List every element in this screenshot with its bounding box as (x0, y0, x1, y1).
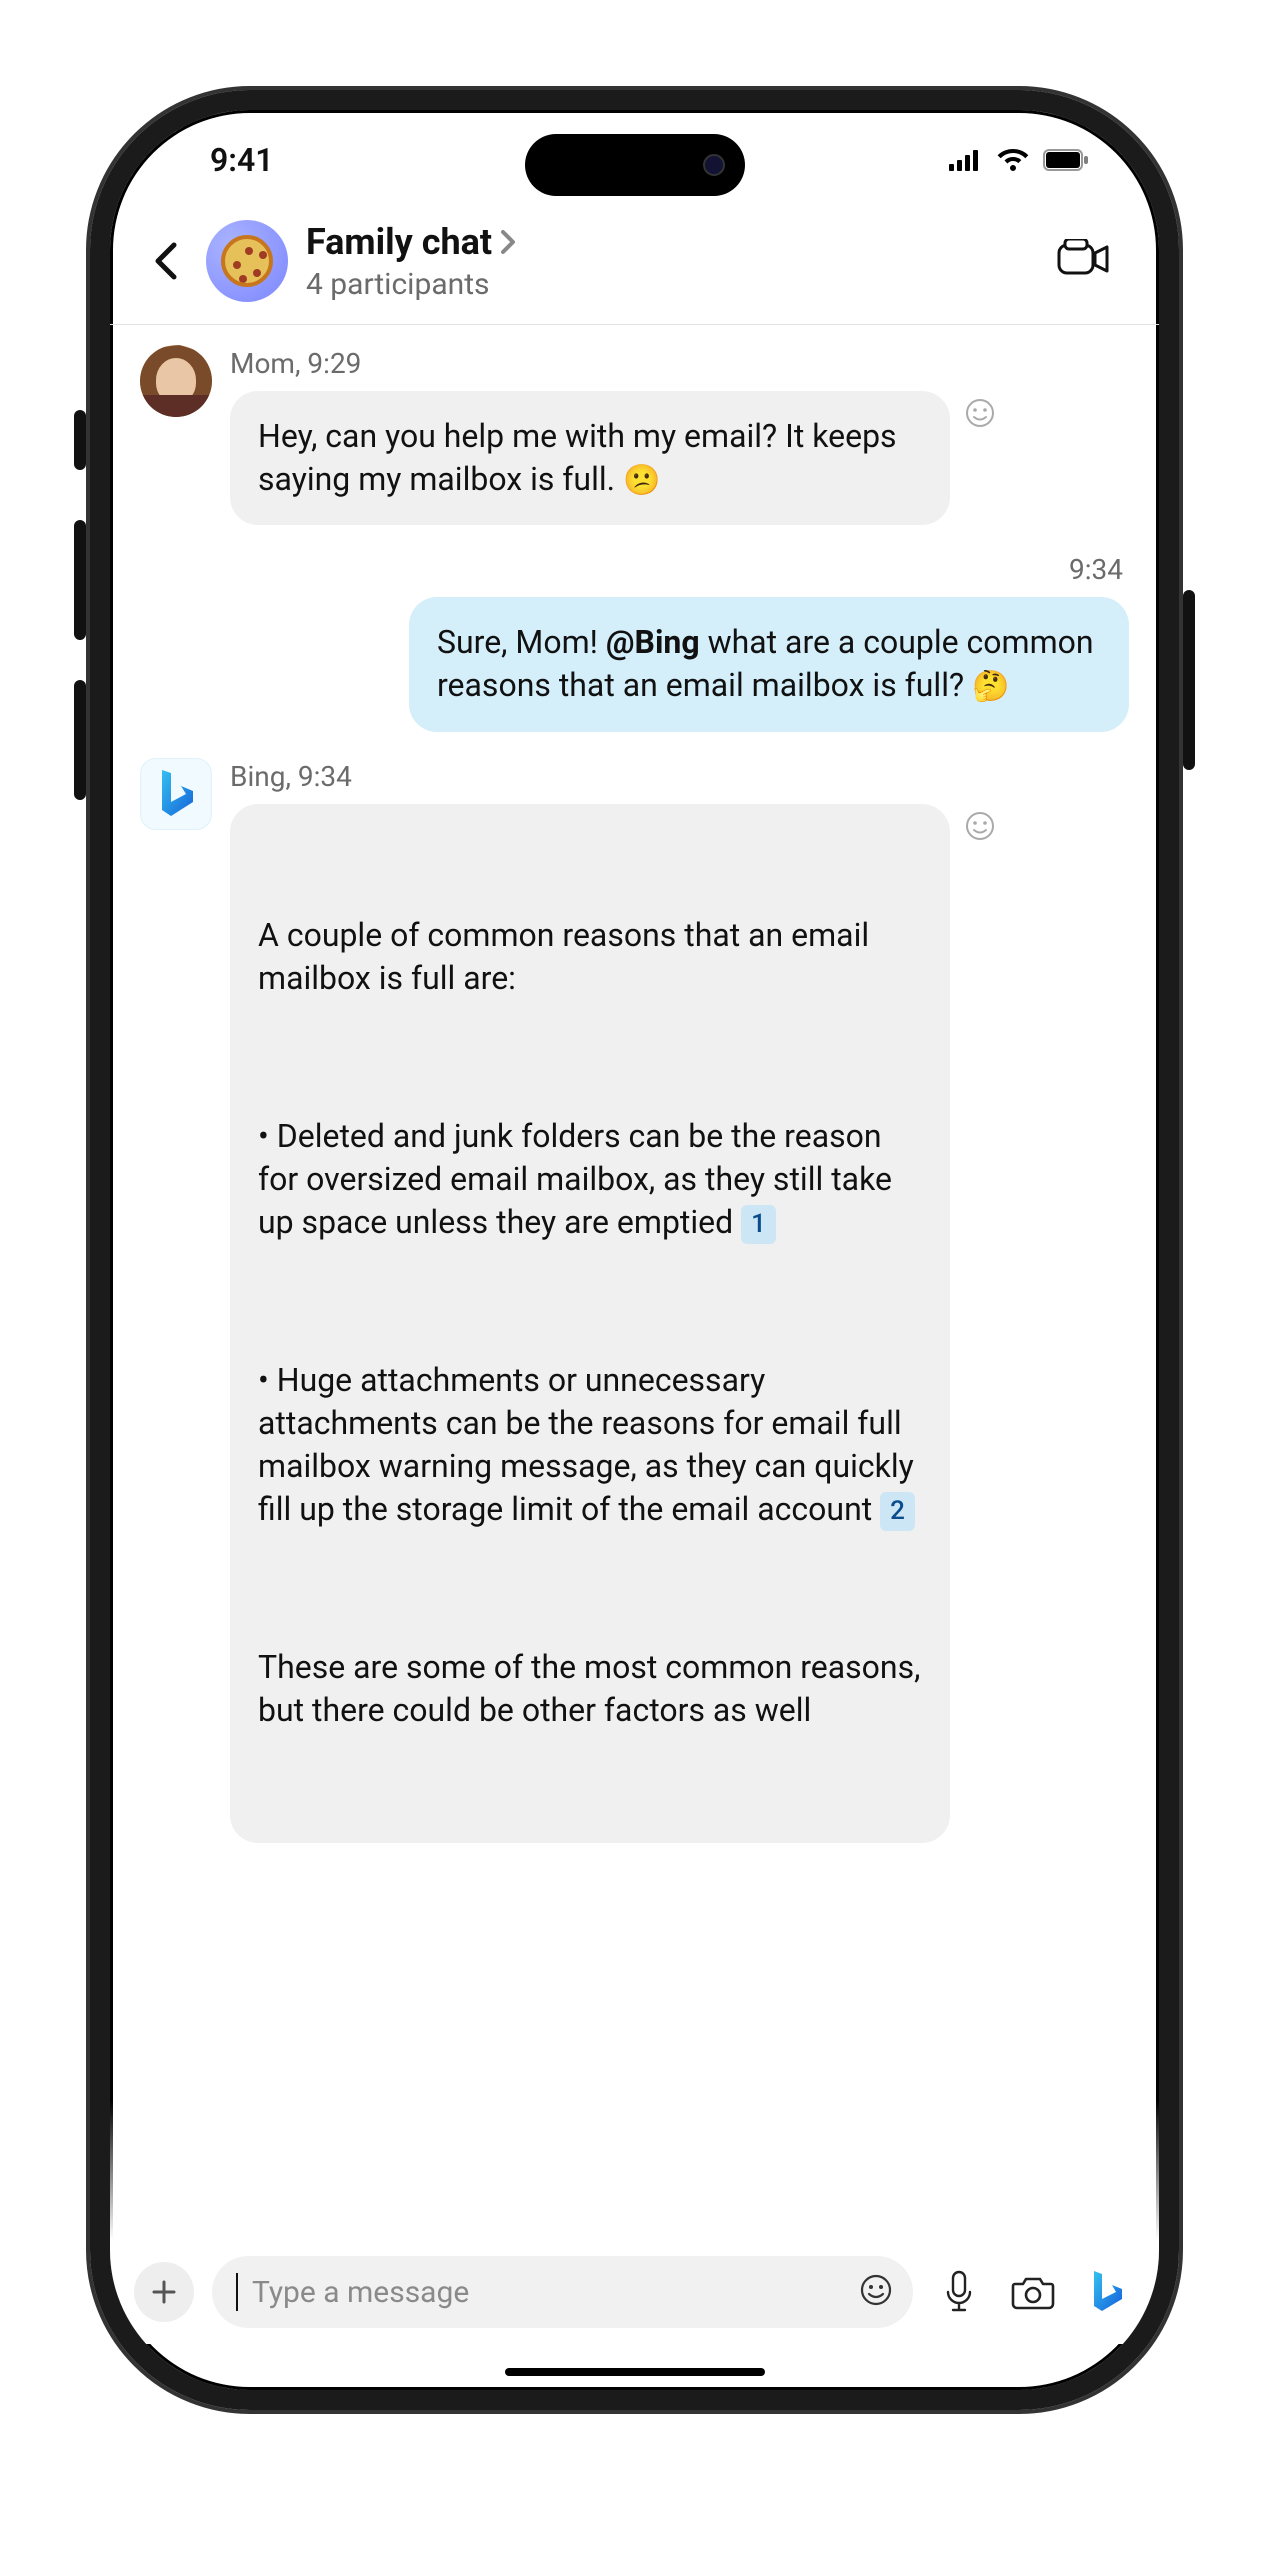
message-self: 9:34 Sure, Mom! @Bing what are a couple … (140, 551, 1129, 731)
citation-2[interactable]: 2 (880, 1492, 915, 1531)
home-indicator[interactable] (505, 2368, 765, 2376)
bing-icon (156, 768, 196, 820)
message-text: Hey, can you help me with my email? It k… (258, 417, 897, 498)
message-bubble[interactable]: Hey, can you help me with my email? It k… (230, 391, 950, 526)
participant-count: 4 participants (306, 267, 1031, 302)
cellular-icon (949, 149, 983, 171)
emoji-button[interactable] (859, 2273, 893, 2311)
message-text-pre: Sure, Mom! (437, 623, 606, 661)
message-input[interactable]: Type a message (212, 2256, 913, 2328)
confused-emoji: 😕 (623, 463, 660, 498)
chat-scroll[interactable]: Mom, 9:29 Hey, can you help me with my e… (110, 325, 1159, 2390)
message-input-placeholder: Type a message (252, 2275, 845, 2310)
message-composer: Type a message (110, 2240, 1159, 2344)
chat-header: Family chat 4 participants (110, 210, 1159, 325)
power-button[interactable] (1183, 590, 1195, 770)
message-meta: Bing, 9:34 (230, 758, 1129, 796)
chat-title-button[interactable]: Family chat (306, 221, 1031, 263)
camera-button[interactable] (1005, 2264, 1061, 2320)
message-mom: Mom, 9:29 Hey, can you help me with my e… (140, 345, 1129, 525)
bing-p1: A couple of common reasons that an email… (258, 914, 922, 1000)
react-button[interactable] (964, 397, 996, 440)
mute-switch[interactable] (74, 410, 86, 470)
citation-1[interactable]: 1 (741, 1205, 776, 1244)
bing-button[interactable] (1079, 2264, 1135, 2320)
status-bar: 9:41 (110, 110, 1159, 210)
chevron-right-icon (500, 229, 516, 255)
message-bubble[interactable]: Sure, Mom! @Bing what are a couple commo… (409, 597, 1129, 732)
message-meta: 9:34 (1069, 551, 1123, 589)
bing-bullet-2: • Huge attachments or unnecessary attach… (258, 1361, 922, 1529)
mention-bing[interactable]: @Bing (606, 623, 700, 661)
message-meta: Mom, 9:29 (230, 345, 1129, 383)
volume-up-button[interactable] (74, 520, 86, 640)
phone-frame: 9:41 (90, 90, 1179, 2410)
add-button[interactable] (134, 2262, 194, 2322)
bing-bullet-1: • Deleted and junk folders can be the re… (258, 1117, 900, 1241)
pizza-icon (221, 235, 273, 287)
message-bing: Bing, 9:34 A couple of common reasons th… (140, 758, 1129, 1843)
thinking-emoji: 🤔 (972, 669, 1009, 704)
message-bubble[interactable]: A couple of common reasons that an email… (230, 804, 950, 1843)
chat-title: Family chat (306, 221, 492, 263)
react-button[interactable] (964, 810, 996, 853)
mic-button[interactable] (931, 2264, 987, 2320)
volume-down-button[interactable] (74, 680, 86, 800)
group-avatar[interactable] (206, 220, 288, 302)
status-time: 9:41 (210, 141, 274, 179)
bing-p4: These are some of the most common reason… (258, 1646, 922, 1732)
wifi-icon (997, 148, 1029, 172)
avatar-bing[interactable] (140, 758, 212, 830)
text-caret (236, 2273, 238, 2311)
back-button[interactable] (142, 231, 188, 291)
screen: 9:41 (110, 110, 1159, 2390)
video-call-button[interactable] (1049, 231, 1119, 291)
battery-icon (1043, 149, 1089, 171)
avatar-mom[interactable] (140, 345, 212, 417)
